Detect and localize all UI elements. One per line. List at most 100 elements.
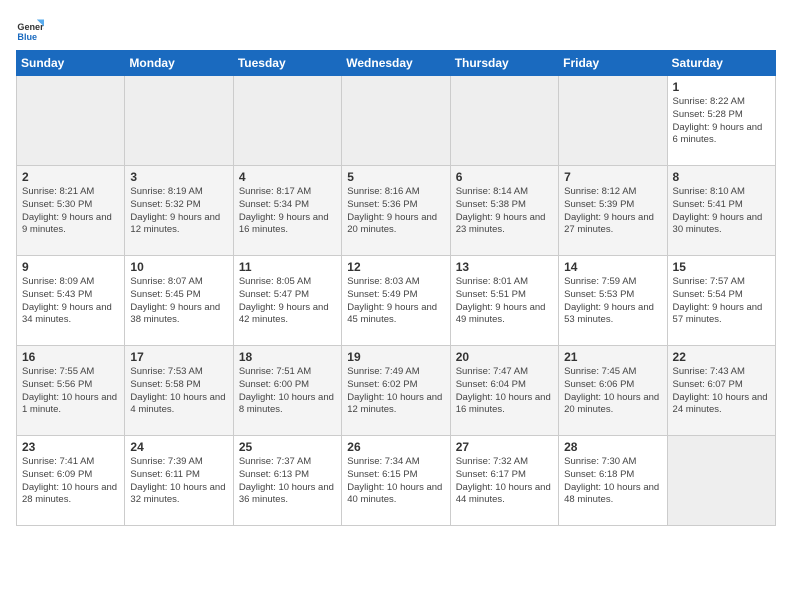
day-info: Sunrise: 8:22 AM Sunset: 5:28 PM Dayligh… [673, 96, 770, 147]
calendar-cell: 26 Sunrise: 7:34 AM Sunset: 6:15 PM Dayli… [342, 436, 450, 526]
week-row-4: 16 Sunrise: 7:55 AM Sunset: 5:56 PM Dayli… [17, 346, 776, 436]
day-info: Sunrise: 8:10 AM Sunset: 5:41 PM Dayligh… [673, 186, 770, 237]
calendar-cell: 27 Sunrise: 7:32 AM Sunset: 6:17 PM Dayli… [450, 436, 558, 526]
day-number: 26 [347, 440, 444, 454]
calendar-cell: 6 Sunrise: 8:14 AM Sunset: 5:38 PM Daylig… [450, 166, 558, 256]
day-number: 2 [22, 170, 119, 184]
day-info: Sunrise: 8:16 AM Sunset: 5:36 PM Dayligh… [347, 186, 444, 237]
calendar-cell: 10 Sunrise: 8:07 AM Sunset: 5:45 PM Dayli… [125, 256, 233, 346]
day-number: 6 [456, 170, 553, 184]
calendar-cell: 2 Sunrise: 8:21 AM Sunset: 5:30 PM Daylig… [17, 166, 125, 256]
day-info: Sunrise: 7:34 AM Sunset: 6:15 PM Dayligh… [347, 456, 444, 507]
calendar-cell: 13 Sunrise: 8:01 AM Sunset: 5:51 PM Dayli… [450, 256, 558, 346]
calendar-cell: 23 Sunrise: 7:41 AM Sunset: 6:09 PM Dayli… [17, 436, 125, 526]
column-header-sunday: Sunday [17, 51, 125, 76]
svg-text:Blue: Blue [17, 32, 37, 42]
calendar-cell: 12 Sunrise: 8:03 AM Sunset: 5:49 PM Dayli… [342, 256, 450, 346]
day-info: Sunrise: 8:01 AM Sunset: 5:51 PM Dayligh… [456, 276, 553, 327]
calendar-cell: 15 Sunrise: 7:57 AM Sunset: 5:54 PM Dayli… [667, 256, 775, 346]
day-info: Sunrise: 7:43 AM Sunset: 6:07 PM Dayligh… [673, 366, 770, 417]
calendar-cell [125, 76, 233, 166]
day-info: Sunrise: 7:59 AM Sunset: 5:53 PM Dayligh… [564, 276, 661, 327]
day-info: Sunrise: 7:49 AM Sunset: 6:02 PM Dayligh… [347, 366, 444, 417]
week-row-1: 1Sunrise: 8:22 AM Sunset: 5:28 PM Daylig… [17, 76, 776, 166]
column-header-monday: Monday [125, 51, 233, 76]
day-info: Sunrise: 7:51 AM Sunset: 6:00 PM Dayligh… [239, 366, 336, 417]
day-info: Sunrise: 8:12 AM Sunset: 5:39 PM Dayligh… [564, 186, 661, 237]
day-number: 27 [456, 440, 553, 454]
day-info: Sunrise: 7:37 AM Sunset: 6:13 PM Dayligh… [239, 456, 336, 507]
day-info: Sunrise: 8:17 AM Sunset: 5:34 PM Dayligh… [239, 186, 336, 237]
calendar-cell: 16 Sunrise: 7:55 AM Sunset: 5:56 PM Dayli… [17, 346, 125, 436]
calendar-cell: 21 Sunrise: 7:45 AM Sunset: 6:06 PM Dayli… [559, 346, 667, 436]
day-info: Sunrise: 8:21 AM Sunset: 5:30 PM Dayligh… [22, 186, 119, 237]
day-info: Sunrise: 8:14 AM Sunset: 5:38 PM Dayligh… [456, 186, 553, 237]
day-info: Sunrise: 7:41 AM Sunset: 6:09 PM Dayligh… [22, 456, 119, 507]
calendar-cell: 25 Sunrise: 7:37 AM Sunset: 6:13 PM Dayli… [233, 436, 341, 526]
calendar-cell [559, 76, 667, 166]
day-info: Sunrise: 7:32 AM Sunset: 6:17 PM Dayligh… [456, 456, 553, 507]
column-header-friday: Friday [559, 51, 667, 76]
calendar-cell: 7 Sunrise: 8:12 AM Sunset: 5:39 PM Daylig… [559, 166, 667, 256]
header: General Blue [16, 16, 776, 44]
calendar-cell [450, 76, 558, 166]
day-info: Sunrise: 7:47 AM Sunset: 6:04 PM Dayligh… [456, 366, 553, 417]
day-number: 12 [347, 260, 444, 274]
calendar-cell: 4 Sunrise: 8:17 AM Sunset: 5:34 PM Daylig… [233, 166, 341, 256]
day-number: 13 [456, 260, 553, 274]
calendar-cell: 28 Sunrise: 7:30 AM Sunset: 6:18 PM Dayli… [559, 436, 667, 526]
calendar-cell: 20 Sunrise: 7:47 AM Sunset: 6:04 PM Dayli… [450, 346, 558, 436]
calendar-table: SundayMondayTuesdayWednesdayThursdayFrid… [16, 50, 776, 526]
day-number: 28 [564, 440, 661, 454]
logo-icon: General Blue [16, 16, 44, 44]
day-number: 17 [130, 350, 227, 364]
day-number: 4 [239, 170, 336, 184]
day-info: Sunrise: 7:39 AM Sunset: 6:11 PM Dayligh… [130, 456, 227, 507]
calendar-cell: 3 Sunrise: 8:19 AM Sunset: 5:32 PM Daylig… [125, 166, 233, 256]
week-row-3: 9 Sunrise: 8:09 AM Sunset: 5:43 PM Daylig… [17, 256, 776, 346]
day-info: Sunrise: 7:55 AM Sunset: 5:56 PM Dayligh… [22, 366, 119, 417]
day-number: 20 [456, 350, 553, 364]
day-info: Sunrise: 7:45 AM Sunset: 6:06 PM Dayligh… [564, 366, 661, 417]
column-header-thursday: Thursday [450, 51, 558, 76]
calendar-cell: 24 Sunrise: 7:39 AM Sunset: 6:11 PM Dayli… [125, 436, 233, 526]
calendar-cell [667, 436, 775, 526]
calendar-cell: 22 Sunrise: 7:43 AM Sunset: 6:07 PM Dayli… [667, 346, 775, 436]
logo: General Blue [16, 16, 44, 44]
calendar-cell: 19Sunrise: 7:49 AM Sunset: 6:02 PM Dayli… [342, 346, 450, 436]
column-header-tuesday: Tuesday [233, 51, 341, 76]
day-number: 5 [347, 170, 444, 184]
day-info: Sunrise: 8:19 AM Sunset: 5:32 PM Dayligh… [130, 186, 227, 237]
day-number: 16 [22, 350, 119, 364]
calendar-cell: 8 Sunrise: 8:10 AM Sunset: 5:41 PM Daylig… [667, 166, 775, 256]
column-header-saturday: Saturday [667, 51, 775, 76]
day-number: 18 [239, 350, 336, 364]
day-number: 22 [673, 350, 770, 364]
day-number: 7 [564, 170, 661, 184]
day-info: Sunrise: 7:30 AM Sunset: 6:18 PM Dayligh… [564, 456, 661, 507]
day-info: Sunrise: 7:57 AM Sunset: 5:54 PM Dayligh… [673, 276, 770, 327]
week-row-2: 2 Sunrise: 8:21 AM Sunset: 5:30 PM Daylig… [17, 166, 776, 256]
day-number: 10 [130, 260, 227, 274]
calendar-cell [17, 76, 125, 166]
day-info: Sunrise: 8:09 AM Sunset: 5:43 PM Dayligh… [22, 276, 119, 327]
day-number: 23 [22, 440, 119, 454]
day-number: 11 [239, 260, 336, 274]
day-number: 21 [564, 350, 661, 364]
day-number: 3 [130, 170, 227, 184]
day-info: Sunrise: 8:03 AM Sunset: 5:49 PM Dayligh… [347, 276, 444, 327]
day-info: Sunrise: 7:53 AM Sunset: 5:58 PM Dayligh… [130, 366, 227, 417]
calendar-cell: 11 Sunrise: 8:05 AM Sunset: 5:47 PM Dayli… [233, 256, 341, 346]
calendar-cell: 17 Sunrise: 7:53 AM Sunset: 5:58 PM Dayli… [125, 346, 233, 436]
week-row-5: 23 Sunrise: 7:41 AM Sunset: 6:09 PM Dayli… [17, 436, 776, 526]
svg-text:General: General [17, 22, 44, 32]
day-number: 25 [239, 440, 336, 454]
day-number: 8 [673, 170, 770, 184]
calendar-cell: 9 Sunrise: 8:09 AM Sunset: 5:43 PM Daylig… [17, 256, 125, 346]
day-info: Sunrise: 8:07 AM Sunset: 5:45 PM Dayligh… [130, 276, 227, 327]
day-number: 14 [564, 260, 661, 274]
day-number: 15 [673, 260, 770, 274]
day-number: 9 [22, 260, 119, 274]
day-number: 24 [130, 440, 227, 454]
day-info: Sunrise: 8:05 AM Sunset: 5:47 PM Dayligh… [239, 276, 336, 327]
